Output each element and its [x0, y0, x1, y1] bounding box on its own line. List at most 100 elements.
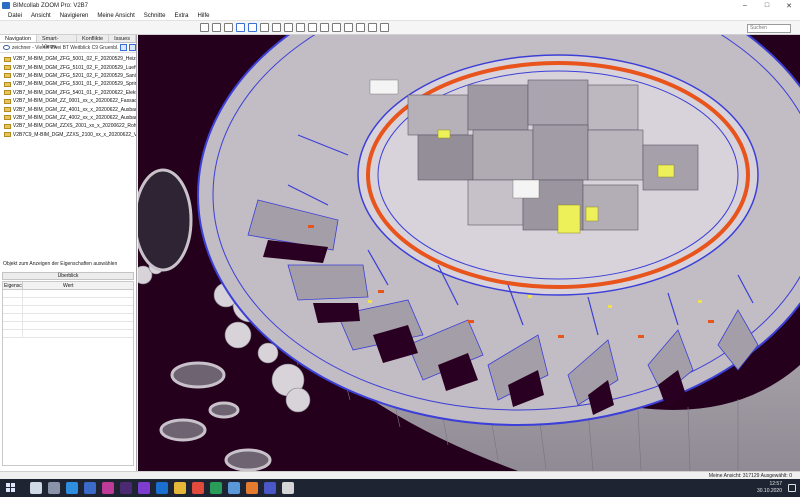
- premiere-icon[interactable]: [120, 482, 132, 494]
- list-item[interactable]: V2B7_M-BIM_DGM_ZFG_5001_02_F_20200529_He…: [0, 55, 136, 63]
- list-item[interactable]: V2B7_M-BIM_DGM_ZZ_4001_xx_x_20200622_Aus…: [0, 105, 136, 113]
- tab-issues[interactable]: Issues: [109, 35, 136, 42]
- notes-icon[interactable]: [282, 482, 294, 494]
- folder-icon: [4, 132, 11, 138]
- project-path: zeichner - Viertel Zwei BT Weitblick C9 …: [11, 44, 119, 51]
- properties-hint: Objekt zum Anzeigen der Eigenschaften au…: [3, 261, 118, 267]
- menu-bar: Datei Ansicht Navigieren Meine Ansicht S…: [0, 11, 800, 21]
- list-view-icon[interactable]: [129, 44, 137, 51]
- menu-extra[interactable]: Extra: [174, 13, 188, 19]
- section-icon[interactable]: [260, 23, 269, 32]
- search-icon[interactable]: [30, 482, 42, 494]
- word-icon[interactable]: [84, 482, 96, 494]
- status-bar: Meine Ansicht: 317129 Ausgewählt: 0: [0, 471, 800, 479]
- window-title: BIMcollab ZOOM Pro: V2B7: [13, 2, 89, 9]
- spotify-icon[interactable]: [210, 482, 222, 494]
- chrome-icon[interactable]: [192, 482, 204, 494]
- overview-dropdown[interactable]: Überblick: [2, 272, 134, 280]
- project-path-row: zeichner - Viertel Zwei BT Weitblick C9 …: [0, 43, 137, 53]
- table-row: [3, 322, 133, 330]
- close-button[interactable]: ✕: [778, 2, 800, 10]
- title-bar: BIMcollab ZOOM Pro: V2B7 – □ ✕: [0, 0, 800, 11]
- menu-schnitte[interactable]: Schnitte: [144, 13, 166, 19]
- indesign-icon[interactable]: [102, 482, 114, 494]
- folder-icon: [4, 73, 11, 79]
- outlook-icon[interactable]: [66, 482, 78, 494]
- measure-icon[interactable]: [272, 23, 281, 32]
- minimize-button[interactable]: –: [734, 2, 756, 10]
- teams-chat-icon[interactable]: [264, 482, 276, 494]
- folder-icon: [4, 56, 11, 62]
- window-controls: – □ ✕: [734, 2, 800, 10]
- menu-datei[interactable]: Datei: [8, 13, 22, 19]
- list-item[interactable]: V2B7_M-BIM_DGM_ZZ_4002_xx_x_20200622_Aus…: [0, 114, 136, 122]
- task-view-icon[interactable]: [48, 482, 60, 494]
- panel-tabs: Navigation Smart-Views Konflikte Issues: [0, 35, 136, 50]
- table-row: [3, 330, 133, 338]
- list-item[interactable]: V2B7_M-BIM_DGM_ZZ_0001_xx_x_20200622_Fas…: [0, 97, 136, 105]
- home-icon[interactable]: [200, 23, 209, 32]
- orbit-icon[interactable]: [224, 23, 233, 32]
- search-input[interactable]: Suchen: [747, 24, 791, 33]
- clock-date: 30.10.2020: [756, 488, 782, 494]
- bookmark-icon[interactable]: [344, 23, 353, 32]
- tab-navigation[interactable]: Navigation: [0, 35, 37, 42]
- notification-icon[interactable]: [788, 484, 796, 492]
- hide-icon[interactable]: [284, 23, 293, 32]
- menu-hilfe[interactable]: Hilfe: [197, 13, 209, 19]
- menu-ansicht[interactable]: Ansicht: [31, 13, 51, 19]
- toolbar-icons: [200, 23, 392, 32]
- photoshop-icon[interactable]: [156, 482, 168, 494]
- maximize-button[interactable]: □: [756, 2, 778, 10]
- list-item[interactable]: V2B7_M-BIM_DGM_ZFG_5201_02_F_20200529_Sa…: [0, 72, 136, 80]
- settings-icon[interactable]: [380, 23, 389, 32]
- taskbar-apps: [30, 482, 300, 494]
- clash-icon[interactable]: [368, 23, 377, 32]
- building-model-render: [138, 35, 800, 471]
- clock-time: 12:57: [769, 481, 782, 487]
- model-file-list: V2B7_M-BIM_DGM_ZFG_5001_02_F_20200529_He…: [0, 53, 136, 139]
- issue-icon[interactable]: [356, 23, 365, 32]
- table-row: [3, 306, 133, 314]
- folder-icon: [4, 81, 11, 87]
- menu-meine-ansicht[interactable]: Meine Ansicht: [97, 13, 134, 19]
- eye-icon[interactable]: [3, 45, 10, 50]
- 3d-viewport[interactable]: [138, 35, 800, 471]
- system-tray-clock[interactable]: 12:57 30.10.2020: [757, 481, 782, 495]
- grid-col-value[interactable]: Wert: [23, 282, 133, 289]
- taskbar: 12:57 30.10.2020: [0, 479, 800, 497]
- folder-icon: [4, 123, 11, 129]
- list-item[interactable]: V2B7_M-BIM_DGM_ZFG_5401_01_F_20200622_El…: [0, 89, 136, 97]
- toolbar: [0, 21, 800, 35]
- explorer-icon[interactable]: [174, 482, 186, 494]
- list-item[interactable]: V2B7_M-BIM_DGM_ZFG_5301_01_F_20200529_Sp…: [0, 80, 136, 88]
- grid-col-property[interactable]: Eigensc...: [3, 282, 23, 289]
- folder-icon: [4, 90, 11, 96]
- zoom-fit-icon[interactable]: [212, 23, 221, 32]
- select-icon[interactable]: [236, 23, 245, 32]
- tree-view-icon[interactable]: [120, 44, 128, 51]
- grid-header: Eigensc... Wert: [3, 282, 133, 290]
- table-row: [3, 298, 133, 306]
- teams-icon[interactable]: [138, 482, 150, 494]
- walk-icon[interactable]: [248, 23, 257, 32]
- camera-icon[interactable]: [332, 23, 341, 32]
- table-row: [3, 290, 133, 298]
- list-item[interactable]: V2B7_M-BIM_DGM_ZZXS_2001_xx_x_20200622_R…: [0, 122, 136, 130]
- properties-grid[interactable]: Eigensc... Wert: [2, 281, 134, 466]
- edge-icon[interactable]: [228, 482, 240, 494]
- windows-start-icon[interactable]: [6, 483, 16, 493]
- bimcollab-icon[interactable]: [246, 482, 258, 494]
- folder-icon: [4, 98, 11, 104]
- menu-navigieren[interactable]: Navigieren: [60, 13, 89, 19]
- tab-smart-views[interactable]: Smart-Views: [37, 35, 77, 50]
- color-icon[interactable]: [320, 23, 329, 32]
- folder-icon: [4, 65, 11, 71]
- isolate-icon[interactable]: [296, 23, 305, 32]
- transparent-icon[interactable]: [308, 23, 317, 32]
- app-icon: [2, 2, 10, 9]
- list-item[interactable]: V2B7C9_M-BIM_DGM_ZZXS_2100_xx_x_20200622…: [0, 131, 136, 139]
- table-row: [3, 314, 133, 322]
- list-item[interactable]: V2B7_M-BIM_DGM_ZFG_5101_02_F_20200529_Lu…: [0, 63, 136, 71]
- tab-konflikte[interactable]: Konflikte: [77, 35, 110, 42]
